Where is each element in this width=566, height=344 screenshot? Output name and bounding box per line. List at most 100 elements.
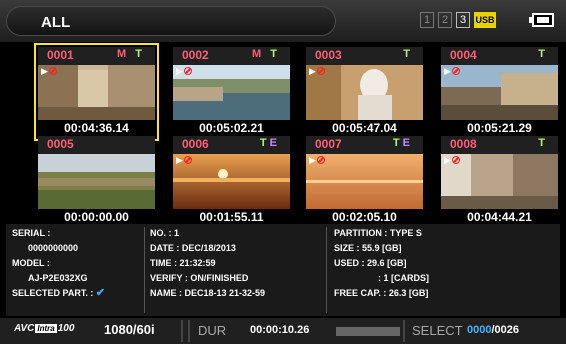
no-entry-icon: [452, 67, 460, 75]
view-title: ALL: [41, 14, 71, 31]
clip-number: 0003: [315, 48, 342, 62]
text-memo-mark: T: [259, 137, 270, 149]
divider: [144, 227, 145, 313]
play-icon: ▶: [444, 155, 451, 165]
edit-mark: E: [269, 137, 280, 149]
no-entry-icon: [317, 67, 325, 75]
slot-2-indicator: 2: [438, 12, 452, 28]
clip-verify: VERIFY : ON/FINISHED: [150, 273, 249, 283]
clip-timecode: 00:04:44.21: [467, 210, 532, 224]
play-icon: ▶: [176, 155, 183, 165]
select-label: SELECT: [412, 323, 463, 338]
view-selector[interactable]: ALL: [6, 6, 336, 36]
clip-marks: T: [403, 48, 413, 60]
clip-number: 0006: [182, 137, 209, 151]
clip-timecode: 00:01:55.11: [199, 210, 264, 224]
serial-value: 0000000000: [28, 243, 79, 253]
select-count: 0000/0026: [467, 324, 520, 336]
clip-marks: TE: [393, 137, 413, 149]
thumbnail-clip-0005[interactable]: 0005 00:00:00.00: [38, 136, 155, 226]
top-bar: ALL 1 2 3 USB: [0, 0, 566, 42]
partition: PARTITION : TYPE S: [334, 228, 422, 238]
duration-label: DUR: [198, 323, 227, 338]
storage-info-column: PARTITION : TYPE S SIZE : 55.9 [GB] USED…: [334, 226, 429, 301]
slot-1-indicator: 1: [420, 12, 434, 28]
divider: [326, 227, 327, 313]
clip-no: NO. : 1: [150, 228, 180, 238]
clip-number: 0008: [450, 137, 477, 151]
duration-value: 00:00:10.26: [250, 324, 310, 336]
text-memo-mark: T: [270, 48, 280, 60]
shot-mark: M: [117, 48, 130, 60]
model-value: AJ-P2E032XG: [28, 273, 88, 283]
thumbnail-clip-0007[interactable]: 0007 TE ▶ 00:02:05.10: [306, 136, 423, 226]
video-format: 1080/60i: [104, 322, 155, 337]
usb-indicator: USB: [474, 12, 496, 28]
model-label: MODEL :: [12, 258, 50, 268]
divider: [188, 320, 190, 342]
divider: [403, 320, 405, 342]
play-icon: ▶: [176, 66, 183, 76]
codec-logo: AVC Intra 100: [14, 323, 75, 334]
clip-name: NAME : DEC18-13 21-32-59: [150, 288, 266, 298]
clip-timecode: 00:04:36.14: [64, 121, 129, 135]
shot-mark: M: [252, 48, 265, 60]
clip-thumbnail-image: [38, 154, 155, 209]
thumbnail-clip-0006[interactable]: 0006 TE ▶ 00:01:55.11: [173, 136, 290, 226]
device-info-column: SERIAL : 0000000000 MODEL : AJ-P2E032XG …: [12, 226, 105, 301]
clip-time: TIME : 21:32:59: [150, 258, 216, 268]
thumbnail-clip-0003[interactable]: 0003 T ▶ 00:05:47.04: [306, 47, 423, 137]
clip-number: 0001: [47, 48, 74, 62]
thumbnail-clip-0004[interactable]: 0004 T ▶ 00:05:21.29: [441, 47, 558, 137]
text-memo-mark: T: [403, 48, 413, 60]
clip-timecode: 00:05:02.21: [199, 121, 264, 135]
no-entry-icon: [452, 156, 460, 164]
thumbnail-clip-0002[interactable]: 0002 M T ▶ 00:05:02.21: [173, 47, 290, 137]
selected-part-row: SELECTED PART. : ✔: [12, 286, 105, 301]
play-icon: ▶: [309, 155, 316, 165]
clip-meta-column: NO. : 1 DATE : DEC/18/2013 TIME : 21:32:…: [150, 226, 265, 301]
no-entry-icon: [317, 156, 325, 164]
no-entry-icon: [184, 67, 192, 75]
thumbnail-header: 0005: [38, 136, 155, 154]
thumbnail-clip-0008[interactable]: 0008 T ▶ 00:04:44.21: [441, 136, 558, 226]
clip-thumbnail-image: ▶: [306, 65, 423, 120]
play-icon: ▶: [309, 66, 316, 76]
thumbnail-header: 0003 T: [306, 47, 423, 65]
thumbnail-header: 0001 M T: [38, 47, 155, 65]
clip-timecode: 00:00:00.00: [64, 210, 129, 224]
thumbnail-header: 0007 TE: [306, 136, 423, 154]
clip-marks: T: [538, 137, 548, 149]
duration-bar: [336, 327, 400, 336]
clip-thumbnail-image: ▶: [173, 154, 290, 209]
clip-timecode: 00:05:47.04: [332, 121, 397, 135]
clip-marks: M T: [117, 48, 145, 60]
play-icon: ▶: [41, 66, 48, 76]
thumbnail-header: 0006 TE: [173, 136, 290, 154]
no-entry-icon: [49, 67, 57, 75]
text-memo-mark: T: [135, 48, 145, 60]
clip-number: 0007: [315, 137, 342, 151]
clip-number: 0004: [450, 48, 477, 62]
check-icon: ✔: [95, 287, 106, 299]
clip-thumbnail-image: ▶: [306, 154, 423, 209]
clip-info-panel: SERIAL : 0000000000 MODEL : AJ-P2E032XG …: [6, 224, 560, 316]
status-bar: AVC Intra 100 1080/60i DUR 00:00:10.26 SEL…: [0, 318, 566, 344]
thumbnail-grid: 0001 M T ▶ 00:04:36.14 0002 M T ▶ 00:05:…: [0, 42, 566, 224]
edit-mark: E: [402, 137, 413, 149]
clip-date: DATE : DEC/18/2013: [150, 243, 236, 253]
clip-marks: T: [538, 48, 548, 60]
thumbnail-clip-0001[interactable]: 0001 M T ▶ 00:04:36.14: [34, 43, 159, 141]
thumbnail-header: 0004 T: [441, 47, 558, 65]
thumbnail-header: 0002 M T: [173, 47, 290, 65]
play-icon: ▶: [444, 66, 451, 76]
free-capacity: FREE CAP. : 26.3 [GB]: [334, 288, 429, 298]
no-entry-icon: [184, 156, 192, 164]
clip-thumbnail-image: ▶: [173, 65, 290, 120]
size: SIZE : 55.9 [GB]: [334, 243, 402, 253]
text-memo-mark: T: [538, 137, 548, 149]
clip-number: 0005: [47, 137, 74, 151]
clip-thumbnail-image: ▶: [441, 65, 558, 120]
cards-count: : 1 [CARDS]: [378, 273, 429, 283]
clip-timecode: 00:02:05.10: [332, 210, 397, 224]
